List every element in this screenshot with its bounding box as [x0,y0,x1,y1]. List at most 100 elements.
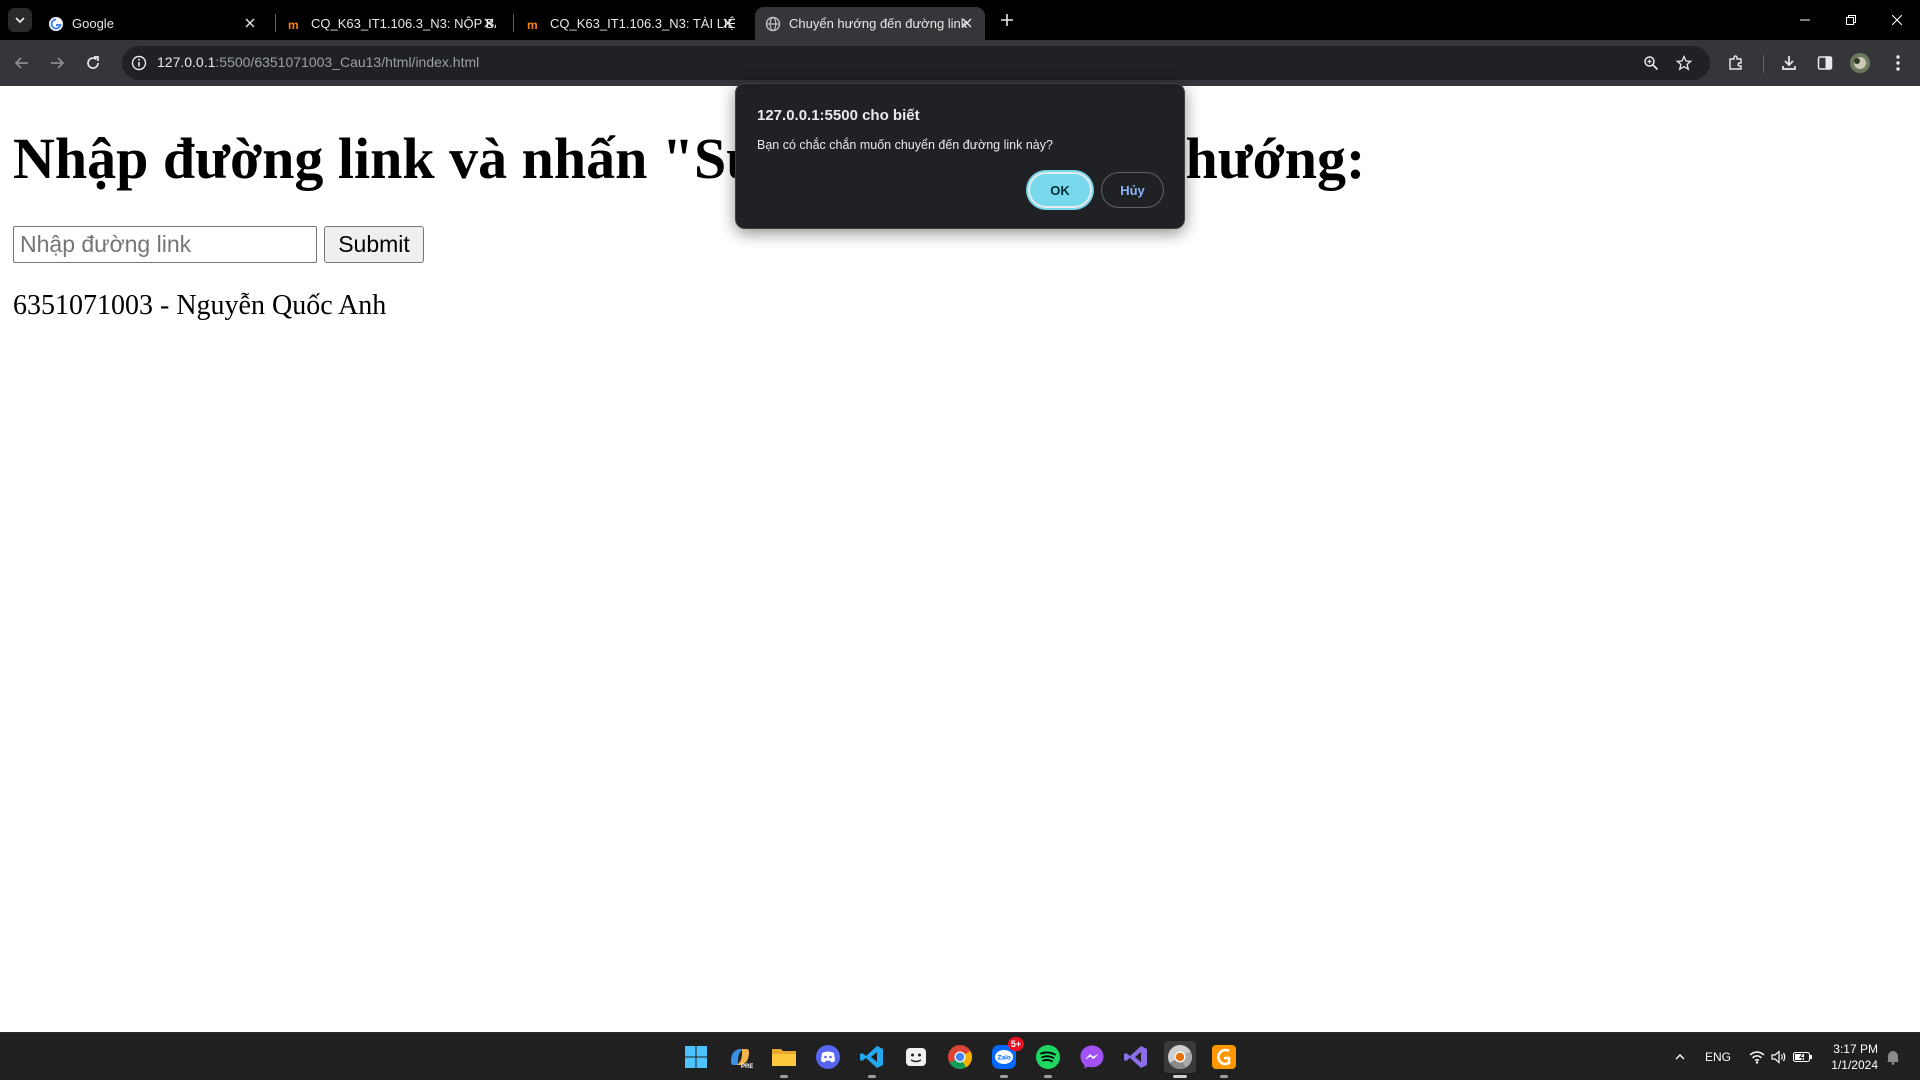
forward-button[interactable] [43,49,71,77]
ok-button[interactable]: OK [1028,172,1092,208]
url-path: :5500/6351071003_Cau13/html/index.html [215,54,480,70]
back-button[interactable] [8,49,36,77]
confirm-dialog: 127.0.0.1:5500 cho biết Bạn có chắc chắn… [735,83,1185,229]
reload-button[interactable] [79,49,107,77]
minimize-button[interactable] [1782,0,1828,40]
address-bar[interactable]: 127.0.0.1:5500/6351071003_Cau13/html/ind… [122,46,1710,80]
zoom-icon[interactable] [1640,52,1662,74]
close-tab-icon[interactable] [720,15,736,31]
tab-title: Google [72,16,114,31]
browser-toolbar: 127.0.0.1:5500/6351071003_Cau13/html/ind… [0,40,1920,86]
tab-strip: Google m CQ_K63_IT1.106.3_N3: NỘP BÀI m … [0,0,1920,40]
google-icon [48,16,64,32]
svg-text:PRE: PRE [741,1064,753,1070]
link-input[interactable] [13,226,317,263]
taskbar: PRE Zalo 5+ ENG 3:17 PM 1/1/2024 [0,1032,1920,1080]
tab-google[interactable]: Google [38,7,268,40]
tab-divider [513,14,514,32]
notification-badge: 5+ [1008,1037,1024,1051]
notification-bell-icon[interactable] [1881,1033,1905,1081]
svg-text:m: m [288,18,299,32]
volume-icon[interactable] [1767,1033,1791,1081]
url-host: 127.0.0.1 [157,54,216,70]
wifi-icon[interactable] [1745,1033,1769,1081]
tab-chuyen-huong[interactable]: Chuyển hướng đến đường link [755,7,985,40]
tab-title: CQ_K63_IT1.106.3_N3: TÀI LIỆU [550,16,735,31]
sublime-app[interactable] [1208,1041,1240,1078]
side-panel-icon [1817,56,1833,70]
moodle-icon: m [526,16,542,32]
tab-search-button[interactable] [8,8,32,32]
chevron-down-icon [15,17,25,24]
spotify-icon [1036,1045,1060,1069]
battery-icon[interactable] [1790,1033,1816,1081]
visual-studio-app[interactable] [1120,1041,1152,1073]
globe-icon [765,16,781,32]
tab-nop-bai[interactable]: m CQ_K63_IT1.106.3_N3: NỘP BÀI [277,7,507,40]
chrome-dev-icon [1168,1045,1193,1070]
file-explorer-app[interactable] [768,1041,800,1078]
restore-icon [1846,15,1856,25]
moodle-icon: m [287,16,303,32]
profile-button[interactable] [1846,49,1874,77]
running-indicator [1044,1075,1052,1078]
extensions-button[interactable] [1722,49,1750,77]
restore-button[interactable] [1828,0,1874,40]
running-indicator [1220,1075,1228,1078]
star-icon[interactable] [1673,52,1695,74]
chrome-app[interactable] [944,1041,976,1073]
copilot-app[interactable]: PRE [724,1041,756,1073]
chevron-up-icon [1675,1054,1685,1060]
zalo-app[interactable]: Zalo 5+ [988,1037,1024,1078]
snipping-app[interactable] [900,1041,932,1073]
svg-text:Zalo: Zalo [998,1055,1011,1062]
vscode-app[interactable] [856,1041,888,1078]
side-panel-button[interactable] [1811,49,1839,77]
clock[interactable]: 3:17 PM 1/1/2024 [1822,1041,1878,1073]
dialog-title: 127.0.0.1:5500 cho biết [757,107,920,124]
discord-icon [816,1045,840,1069]
close-tab-icon[interactable] [242,15,258,31]
chrome-dev-app[interactable] [1164,1041,1196,1078]
language-indicator[interactable]: ENG [1700,1033,1736,1081]
close-window-button[interactable] [1874,0,1920,40]
close-icon [1892,15,1902,25]
tab-divider [275,14,276,32]
close-tab-icon[interactable] [481,15,497,31]
running-indicator [1173,1075,1187,1078]
visual-studio-icon [1124,1046,1147,1068]
folder-icon [772,1049,796,1066]
tab-tai-lieu[interactable]: m CQ_K63_IT1.106.3_N3: TÀI LIỆU [516,7,746,40]
windows-icon [685,1046,707,1068]
vscode-icon [860,1046,883,1068]
clock-time: 3:17 PM [1833,1042,1878,1056]
plus-icon [1001,14,1013,26]
discord-app[interactable] [812,1041,844,1073]
spotify-app[interactable] [1032,1041,1064,1078]
face-icon [906,1048,926,1066]
dialog-message: Bạn có chắc chắn muốn chuyển đến đường l… [757,138,1053,152]
svg-text:m: m [527,18,538,32]
running-indicator [780,1075,788,1078]
show-hidden-icons-button[interactable] [1668,1033,1692,1081]
tab-title: Chuyển hướng đến đường link [789,16,968,31]
new-tab-button[interactable] [995,8,1019,32]
close-tab-icon[interactable] [959,15,975,31]
reload-icon [87,56,99,69]
menu-button[interactable] [1884,49,1912,77]
cancel-button[interactable]: Hủy [1101,172,1164,208]
toolbar-divider [1763,55,1764,73]
submit-button[interactable]: Submit [324,226,424,263]
arrow-left-icon [14,57,28,69]
running-indicator [868,1075,876,1078]
puzzle-icon [1729,55,1742,70]
start-button[interactable] [680,1041,712,1073]
tab-title: CQ_K63_IT1.106.3_N3: NỘP BÀI [311,16,496,31]
messenger-app[interactable] [1076,1041,1108,1073]
downloads-button[interactable] [1775,49,1803,77]
info-icon[interactable] [130,54,148,72]
url-text: 127.0.0.1:5500/6351071003_Cau13/html/ind… [157,54,479,70]
avatar [1850,53,1870,73]
messenger-icon [1080,1045,1104,1069]
copilot-icon: PRE [731,1049,753,1070]
